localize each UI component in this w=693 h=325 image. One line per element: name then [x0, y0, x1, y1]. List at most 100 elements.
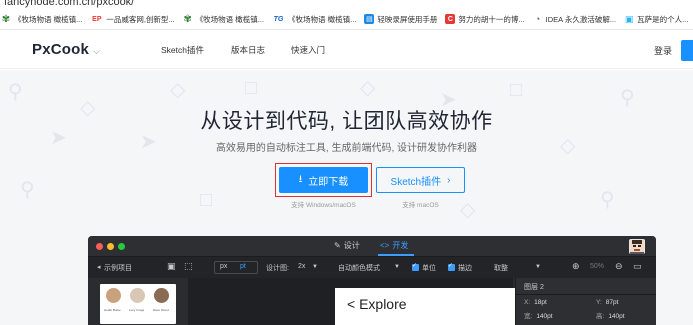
- diamond-icon: ◇: [360, 77, 376, 99]
- square-icon: □: [510, 79, 523, 101]
- bookmark-label: 瓦萨是的个人...: [637, 14, 689, 24]
- window-maximize-dot: [118, 243, 125, 250]
- stroke-checkbox[interactable]: 描边: [448, 262, 472, 273]
- avatar[interactable]: [629, 239, 645, 254]
- design-scale-label: 设计图:: [266, 265, 289, 272]
- nav-link-quick-start[interactable]: 快速入门: [291, 44, 325, 56]
- thumb-name: Lucy Crags: [129, 308, 145, 312]
- divider: [516, 294, 656, 295]
- square-icon: □: [245, 77, 258, 99]
- zoom-in-icon[interactable]: ⊕: [572, 261, 580, 272]
- chevron-down-icon: ⌵: [93, 46, 101, 56]
- height-number: 140pt: [608, 313, 625, 320]
- logo-text: PxCook: [32, 41, 90, 58]
- height-label: 高:: [596, 313, 605, 320]
- chevron-down-icon: ▼: [312, 264, 318, 270]
- bookmark-item[interactable]: C 努力的胡十一的博...: [445, 14, 525, 25]
- bookmark-item[interactable]: ▤ 轻映录屏使用手册: [364, 14, 437, 25]
- stroke-checkbox-label: 描边: [458, 265, 472, 272]
- thumb-name: Heath Burke: [104, 308, 121, 312]
- checkbox-checked-icon: [448, 262, 455, 271]
- design-scale-select[interactable]: 2x: [298, 263, 305, 270]
- window-minimize-dot: [107, 243, 114, 250]
- bookmark-label: 《牧场物语 橄榄镇...: [288, 14, 357, 24]
- bookmark-item[interactable]: ✾ 《牧场物语 橄榄镇...: [183, 14, 264, 25]
- search-icon: ⚲: [20, 179, 35, 201]
- hero-title: 从设计到代码, 让团队高效协作: [200, 110, 493, 133]
- x-position: X: 18pt: [524, 299, 547, 306]
- design-canvas[interactable]: < Explore: [188, 278, 560, 325]
- bookmark-label: 《牧场物语 橄榄镇...: [195, 14, 265, 24]
- layer-title: 图层 2: [524, 284, 544, 291]
- export-icon[interactable]: ⬚: [184, 261, 193, 272]
- zoom-out-icon[interactable]: ⊖: [615, 261, 623, 272]
- artboard-thumbnail[interactable]: Heath Burke Lucy Crags Dave Wood: [100, 284, 176, 324]
- tab-design-label: 设计: [343, 241, 360, 250]
- width-value: 宽: 140pt: [524, 310, 553, 320]
- fit-screen-icon[interactable]: ▭: [633, 261, 642, 272]
- bookmark-item[interactable]: ▣ 瓦萨是的个人...: [624, 13, 689, 25]
- address-bar[interactable]: fancynode.com.cn/pxcook/: [0, 0, 693, 9]
- c-logo-icon: C: [445, 14, 456, 24]
- doc-icon: ▤: [364, 14, 375, 24]
- bookmark-label: 轻映录屏使用手册: [377, 14, 438, 24]
- register-button[interactable]: [681, 40, 693, 61]
- inspector-panel: 图层 2 X: 18pt Y: 87pt 宽: 140pt 高: 140pt: [515, 278, 656, 325]
- ep-logo-icon: EP: [92, 15, 102, 23]
- app-toolbar: ◂ 示例项目 ▣ ⬚ px pt 设计图: 2x ▼ 自动颜色模式 ▼ 单位 描…: [88, 256, 656, 278]
- y-label: Y:: [596, 299, 602, 306]
- unit-checkbox[interactable]: 单位: [412, 262, 436, 273]
- login-link[interactable]: 登录: [654, 44, 672, 57]
- x-label: X:: [524, 299, 531, 306]
- checkbox-checked-icon: [412, 262, 419, 271]
- chevron-right-icon: ›: [447, 174, 451, 186]
- artboard-list-panel: Heath Burke Lucy Crags Dave Wood: [88, 278, 184, 325]
- nav-link-changelog[interactable]: 版本日志: [231, 44, 265, 56]
- flower-icon: ✾: [1, 13, 11, 25]
- bookmark-item[interactable]: ◔ IDEA 永久激活破解...: [533, 14, 616, 25]
- tab-develop[interactable]: <> 开发: [380, 240, 408, 251]
- thumb-name: Dave Wood: [153, 308, 169, 312]
- search-icon: ⚲: [8, 81, 23, 103]
- bookmark-item[interactable]: ✾ 《牧场物语 橄榄镇...: [1, 13, 83, 25]
- code-icon: <>: [380, 241, 390, 250]
- rounding-select[interactable]: 取整: [494, 263, 508, 273]
- hero-subtitle: 高效易用的自动标注工具, 生成前端代码, 设计研发协作利器: [215, 143, 478, 154]
- unit-px-option[interactable]: px: [220, 263, 227, 270]
- color-mode-select[interactable]: 自动颜色模式: [338, 263, 380, 273]
- x-value: 18pt: [534, 299, 547, 306]
- download-button[interactable]: ⭳ 立即下载: [279, 167, 368, 193]
- unit-pt-option[interactable]: pt: [240, 263, 246, 270]
- nav-link-sketch-plugin[interactable]: Sketch插件: [161, 44, 204, 56]
- back-icon[interactable]: ◂: [97, 263, 101, 271]
- tab-develop-label: 开发: [392, 241, 409, 250]
- sketch-button-label: Sketch插件: [390, 176, 442, 188]
- bookmark-label: 努力的胡十一的博...: [458, 14, 525, 24]
- sketch-plugin-button[interactable]: Sketch插件 ›: [376, 167, 465, 193]
- zoom-level: 50%: [590, 263, 605, 270]
- y-position: Y: 87pt: [596, 299, 618, 306]
- tg-logo-icon: TG: [273, 15, 284, 23]
- person-avatar-icon: [154, 288, 169, 303]
- chevron-down-icon: ▼: [394, 264, 400, 270]
- bookmarks-bar: ✾ 《牧场物语 橄榄镇... EP 一品威客网,创新型... ✾ 《牧场物语 橄…: [0, 9, 693, 30]
- width-label: 宽:: [524, 313, 533, 320]
- chevron-down-icon: ▼: [535, 264, 541, 270]
- app-preview-window: ✎ 设计 <> 开发 ◂ 示例项目 ▣ ⬚ px pt 设计图: 2x ▼ 自动…: [88, 236, 656, 325]
- bookmark-item[interactable]: EP 一品威客网,创新型...: [90, 14, 175, 25]
- diamond-icon: ◇: [170, 79, 186, 101]
- save-icon[interactable]: ▣: [167, 261, 176, 272]
- pxcook-logo[interactable]: PxCook ⌵: [32, 41, 100, 58]
- download-caption: 支持 Windows/macOS: [291, 202, 356, 209]
- pen-icon: ✎: [334, 241, 341, 250]
- avatar-face-icon: [630, 239, 644, 254]
- unit-checkbox-label: 单位: [422, 265, 436, 272]
- flower-icon: ✾: [183, 13, 192, 25]
- tab-design[interactable]: ✎ 设计: [334, 240, 360, 251]
- hero-section: ⚲ ◇ ➤ ◇ □ ◇ ➤ □ ⚲ ➤ ◇ ⚲ □ ◇ ⚲ 从设计到代码, 让团…: [0, 70, 693, 325]
- bookmark-item[interactable]: TG 《牧场物语 橄榄镇...: [272, 14, 357, 25]
- height-value: 高: 140pt: [596, 310, 625, 320]
- project-label[interactable]: 示例项目: [104, 263, 132, 273]
- window-close-dot: [96, 243, 103, 250]
- tv-icon: ▣: [624, 13, 634, 24]
